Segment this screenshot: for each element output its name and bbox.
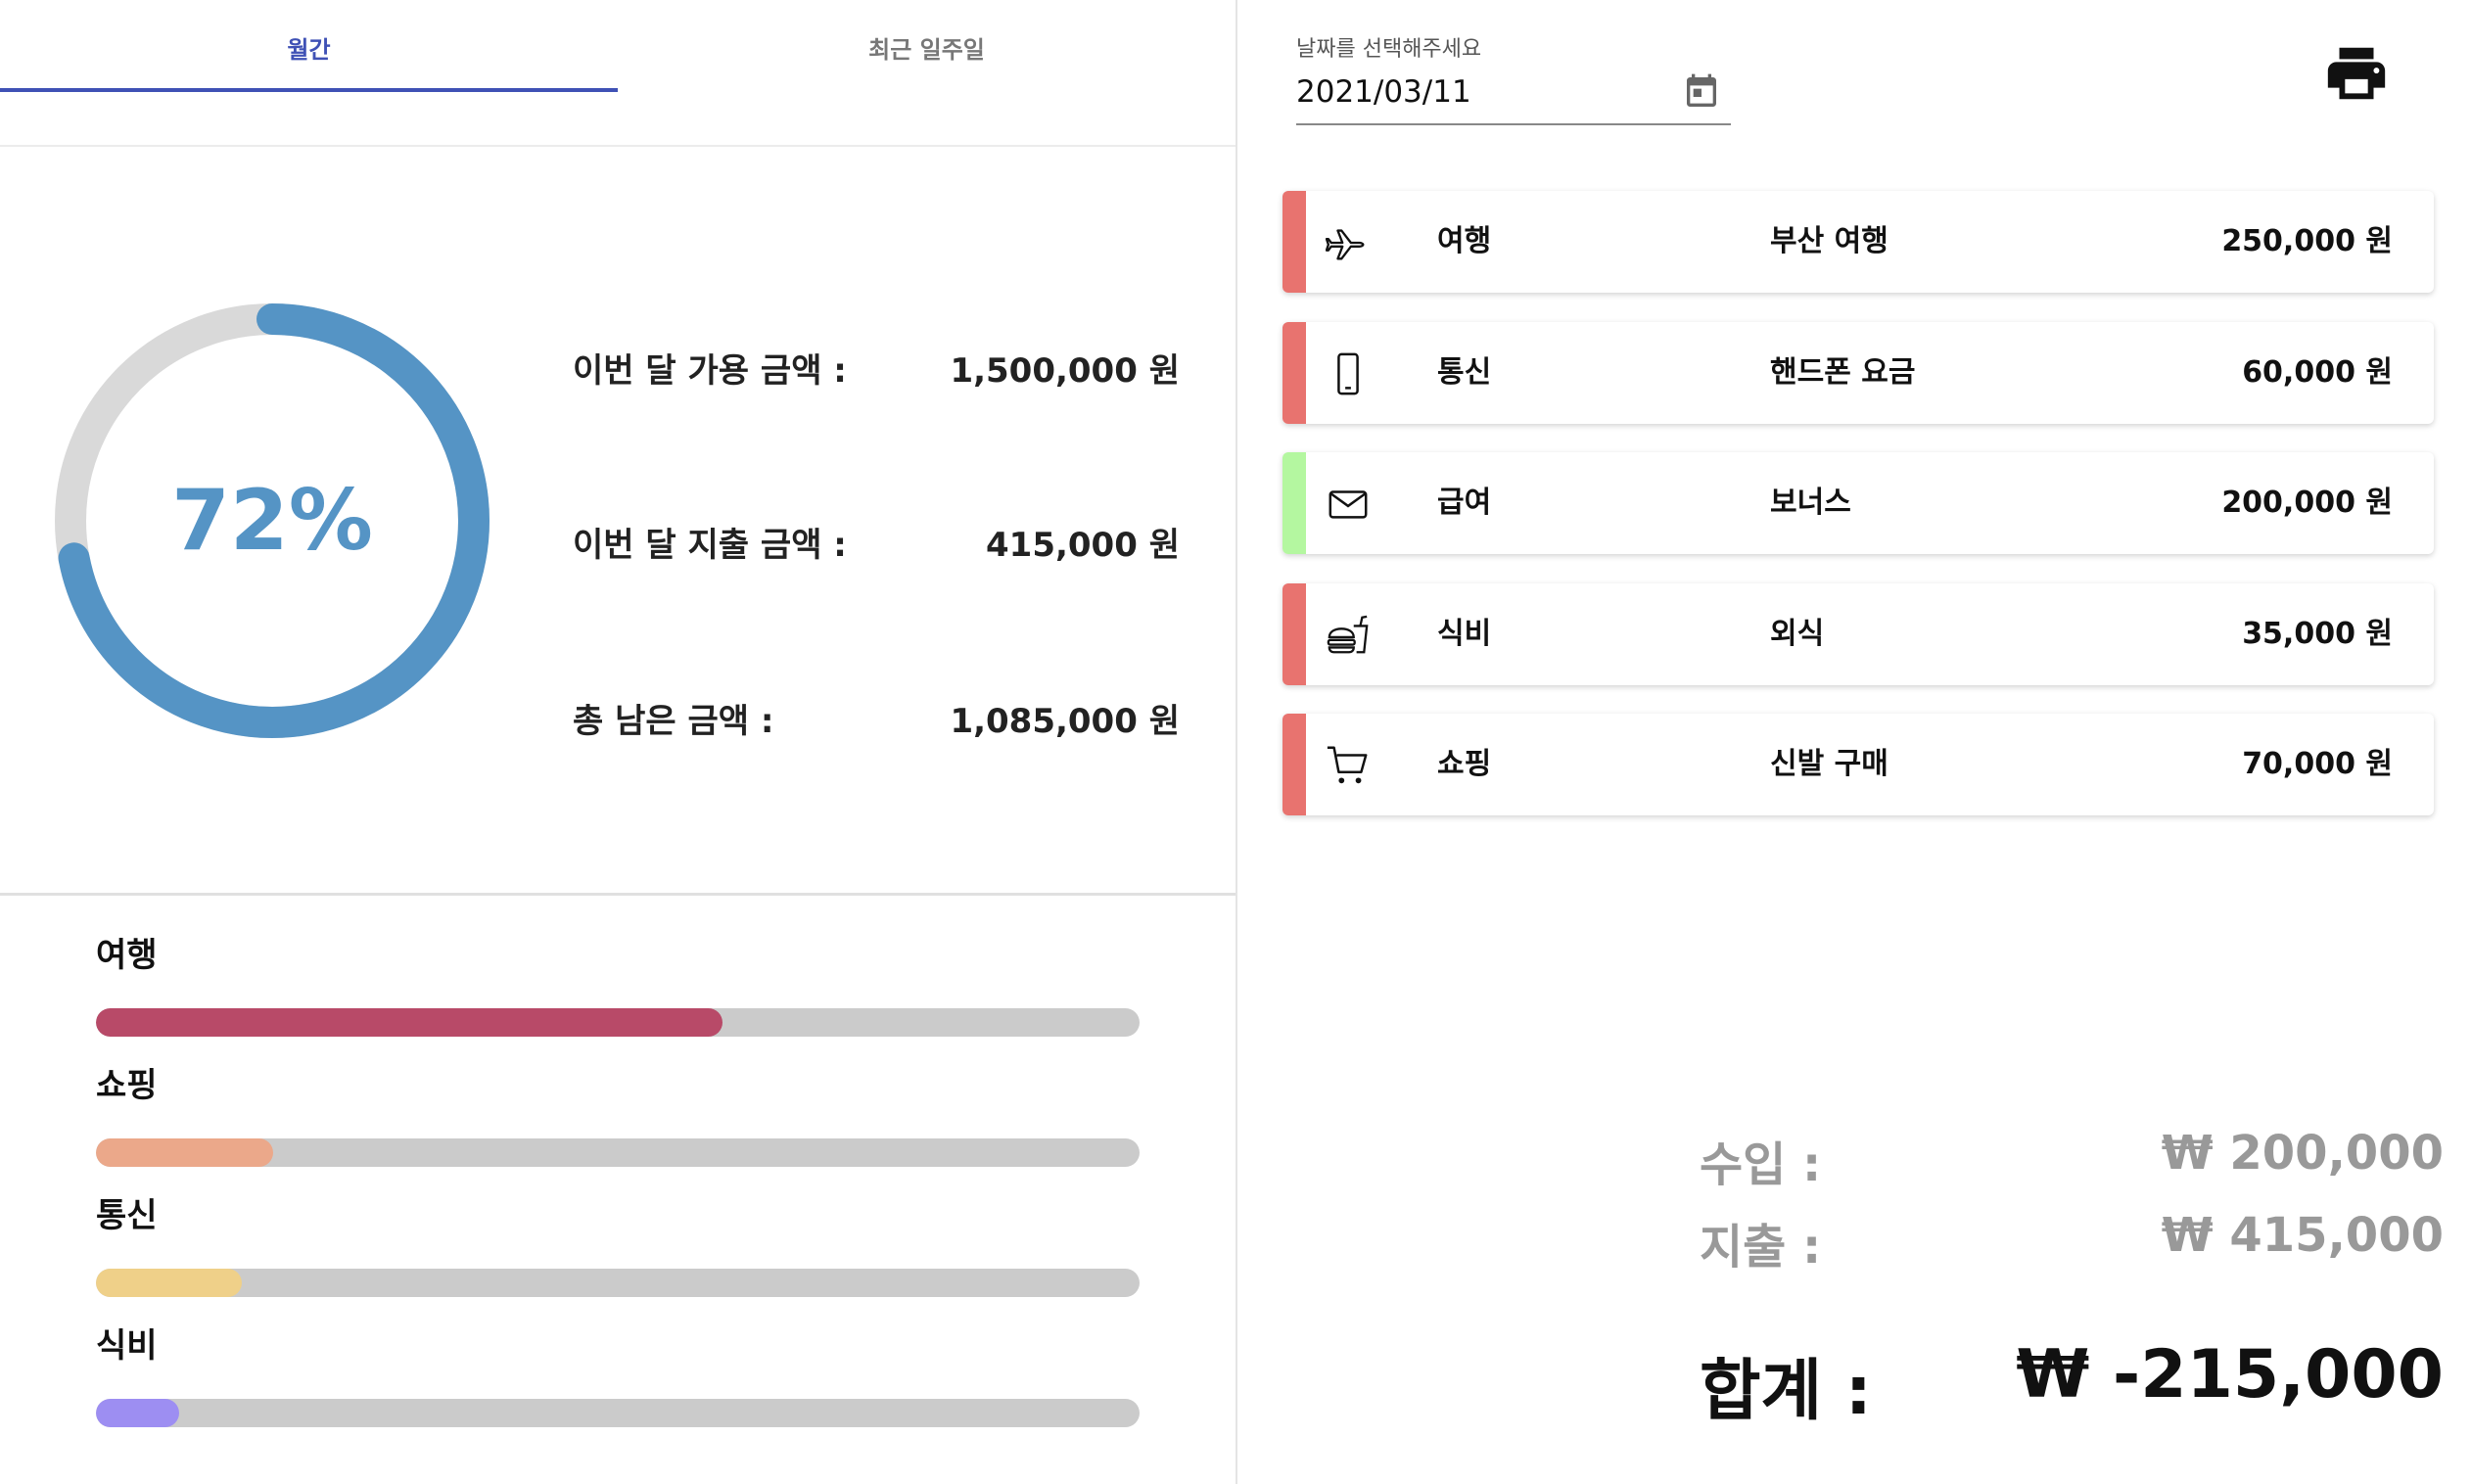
transaction-category: 여행 xyxy=(1437,224,1492,258)
income-label: 수입 : xyxy=(1700,1137,1822,1192)
transaction-amount: 250,000 원 xyxy=(2221,224,2393,258)
transaction-type-strip xyxy=(1282,191,1306,293)
available-amount-value: 1,500,000 원 xyxy=(950,350,1180,391)
print-icon[interactable] xyxy=(2322,39,2391,108)
transaction-category: 통신 xyxy=(1437,355,1492,390)
transaction-row[interactable]: 급여 보너스 200,000 원 xyxy=(1282,452,2434,554)
category-bar-fill xyxy=(96,1008,723,1037)
tab-bar: 월간 최근 일주일 xyxy=(0,0,1236,147)
transaction-type-strip xyxy=(1282,714,1306,815)
tab-monthly[interactable]: 월간 xyxy=(0,0,618,94)
category-bar-telecom xyxy=(96,1269,1140,1297)
category-label-travel: 여행 xyxy=(96,936,158,975)
transaction-type-strip xyxy=(1282,452,1306,554)
transaction-category: 쇼핑 xyxy=(1437,747,1492,781)
transaction-amount: 35,000 원 xyxy=(2242,617,2393,651)
transaction-row[interactable]: 통신 핸드폰 요금 60,000 원 xyxy=(1282,322,2434,424)
fastfood-icon xyxy=(1327,615,1369,654)
category-bar-fill xyxy=(96,1399,180,1427)
category-label-food: 식비 xyxy=(96,1326,158,1366)
tab-recent-week[interactable]: 최근 일주일 xyxy=(618,0,1236,94)
income-value: ₩ 200,000 xyxy=(2161,1126,2444,1181)
category-bar-food xyxy=(96,1399,1140,1427)
expense-label: 지출 : xyxy=(1700,1220,1822,1275)
airplane-icon xyxy=(1326,229,1365,260)
expense-value: ₩ 415,000 xyxy=(2161,1208,2444,1263)
remaining-amount-row: 총 남은 금액 : 1,085,000 원 xyxy=(573,688,1180,747)
transaction-description: 외식 xyxy=(1770,617,1825,651)
monthly-summary: 72% 이번 달 가용 금액 : 1,500,000 원 이번 달 지출 금액 … xyxy=(0,147,1236,896)
category-bar-fill xyxy=(96,1138,274,1167)
transaction-amount: 200,000 원 xyxy=(2221,486,2393,520)
transaction-row[interactable]: 쇼핑 신발 구매 70,000 원 xyxy=(1282,714,2434,815)
mail-icon xyxy=(1329,490,1368,519)
transaction-description: 신발 구매 xyxy=(1770,747,1888,781)
calendar-icon[interactable] xyxy=(1682,72,1721,112)
category-bar-fill xyxy=(96,1269,243,1297)
transaction-category: 식비 xyxy=(1437,617,1492,651)
spent-amount-row: 이번 달 지출 금액 : 415,000 원 xyxy=(573,512,1180,571)
category-label-telecom: 통신 xyxy=(96,1196,158,1235)
transaction-category: 급여 xyxy=(1437,486,1492,520)
remaining-amount-value: 1,085,000 원 xyxy=(950,701,1180,741)
transaction-type-strip xyxy=(1282,322,1306,424)
date-picker-label: 날짜를 선택해주세요 xyxy=(1296,37,1482,62)
transaction-description: 보너스 xyxy=(1770,486,1851,520)
category-label-shopping: 쇼핑 xyxy=(96,1066,158,1105)
transaction-row[interactable]: 여행 부산 여행 250,000 원 xyxy=(1282,191,2434,293)
category-bar-travel xyxy=(96,1008,1140,1037)
transaction-amount: 70,000 원 xyxy=(2242,747,2393,781)
tab-indicator xyxy=(0,88,618,92)
transaction-type-strip xyxy=(1282,583,1306,685)
transaction-amount: 60,000 원 xyxy=(2242,355,2393,390)
spent-amount-label: 이번 달 지출 금액 : xyxy=(573,525,847,565)
monthly-panel: 월간 최근 일주일 72% 이번 달 가용 금액 : 1,500,000 원 이… xyxy=(0,0,1237,1484)
spent-amount-value: 415,000 원 xyxy=(986,525,1180,565)
date-picker-field[interactable]: 2021/03/11 xyxy=(1296,65,1731,125)
available-amount-label: 이번 달 가용 금액 : xyxy=(573,350,847,391)
category-bar-shopping xyxy=(96,1138,1140,1167)
remaining-amount-label: 총 남은 금액 : xyxy=(573,701,774,741)
daily-panel: 날짜를 선택해주세요 2021/03/11 여행 부산 여행 250,000 원… xyxy=(1239,0,2471,1484)
smartphone-icon xyxy=(1337,352,1359,395)
cart-icon xyxy=(1327,746,1368,784)
total-value: ₩ -215,000 xyxy=(2016,1336,2444,1414)
transaction-description: 부산 여행 xyxy=(1770,224,1888,258)
transaction-description: 핸드폰 요금 xyxy=(1770,355,1916,390)
budget-percent-label: 72% xyxy=(171,472,373,570)
transaction-row[interactable]: 식비 외식 35,000 원 xyxy=(1282,583,2434,685)
available-amount-row: 이번 달 가용 금액 : 1,500,000 원 xyxy=(573,338,1180,396)
date-picker-value: 2021/03/11 xyxy=(1296,74,1471,110)
total-label: 합계 : xyxy=(1700,1353,1872,1430)
